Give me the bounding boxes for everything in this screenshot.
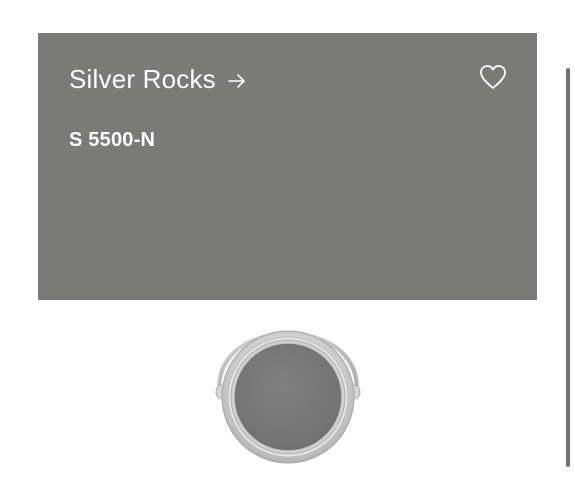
arrow-right-icon: [228, 73, 246, 89]
color-code: S 5500-N: [69, 129, 156, 151]
scrollbar-thumb[interactable]: [566, 68, 570, 467]
favorite-button[interactable]: [478, 63, 508, 93]
color-name-link[interactable]: Silver Rocks: [69, 63, 246, 95]
color-detail-page: Silver Rocks S 5500-N: [0, 0, 575, 491]
color-swatch-card: Silver Rocks S 5500-N: [38, 33, 537, 300]
heart-outline-icon: [479, 64, 507, 93]
color-name: Silver Rocks: [69, 64, 216, 94]
paint-can-icon: [215, 330, 361, 464]
paint-can-image: [208, 329, 368, 465]
